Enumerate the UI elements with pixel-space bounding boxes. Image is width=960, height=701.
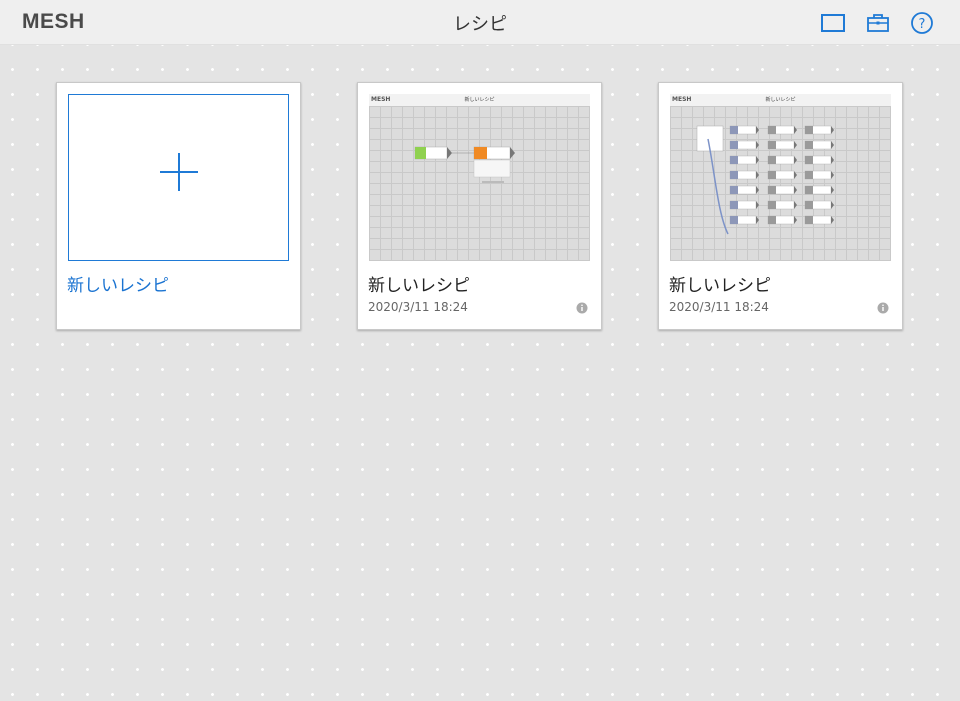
thumb-block <box>729 200 759 210</box>
thumb-block <box>729 155 759 165</box>
svg-text:?: ? <box>919 17 926 32</box>
thumb-block <box>804 140 834 150</box>
thumb-block <box>804 170 834 180</box>
info-icon[interactable] <box>576 302 588 314</box>
top-bar: MESH レシピ ? <box>0 0 960 45</box>
thumb-block <box>804 200 834 210</box>
new-recipe-box[interactable] <box>68 94 289 261</box>
thumb-block <box>729 215 759 225</box>
thumb-block <box>767 215 797 225</box>
recipe-title: 新しいレシピ <box>669 276 771 296</box>
recipe-card[interactable]: MESH 新しいレシピ 新しいレシピ 2020/3/11 18:24 <box>658 82 903 330</box>
recipe-diagram <box>696 125 834 235</box>
thumb-block <box>767 185 797 195</box>
help-icon[interactable]: ? <box>909 10 935 36</box>
toolbox-icon[interactable] <box>865 10 891 36</box>
thumb-block <box>767 200 797 210</box>
thumb-block <box>767 155 797 165</box>
new-recipe-card[interactable]: 新しいレシピ <box>56 82 301 330</box>
plus-icon <box>160 153 198 191</box>
recipe-date: 2020/3/11 18:24 <box>368 300 468 314</box>
thumb-block <box>804 185 834 195</box>
thumb-block <box>767 125 797 135</box>
recipe-thumbnail: MESH 新しいレシピ <box>670 94 891 261</box>
recipe-diagram <box>414 146 515 183</box>
recipe-thumbnail: MESH 新しいレシピ <box>369 94 590 261</box>
recipe-card[interactable]: MESH 新しいレシピ 新しいレシピ 2020/3/11 18:24 <box>357 82 602 330</box>
page-title: レシピ <box>453 14 507 35</box>
recipe-title: 新しいレシピ <box>368 276 470 296</box>
thumb-block <box>729 140 759 150</box>
thumb-block <box>729 185 759 195</box>
thumb-block <box>804 155 834 165</box>
thumb-block <box>804 125 834 135</box>
thumb-block <box>767 140 797 150</box>
thumb-block <box>804 215 834 225</box>
thumb-block <box>729 125 759 135</box>
new-recipe-label: 新しいレシピ <box>67 276 169 296</box>
info-icon[interactable] <box>877 302 889 314</box>
thumb-block <box>767 170 797 180</box>
recipe-date: 2020/3/11 18:24 <box>669 300 769 314</box>
screen-icon[interactable] <box>820 10 846 36</box>
thumb-block <box>729 170 759 180</box>
